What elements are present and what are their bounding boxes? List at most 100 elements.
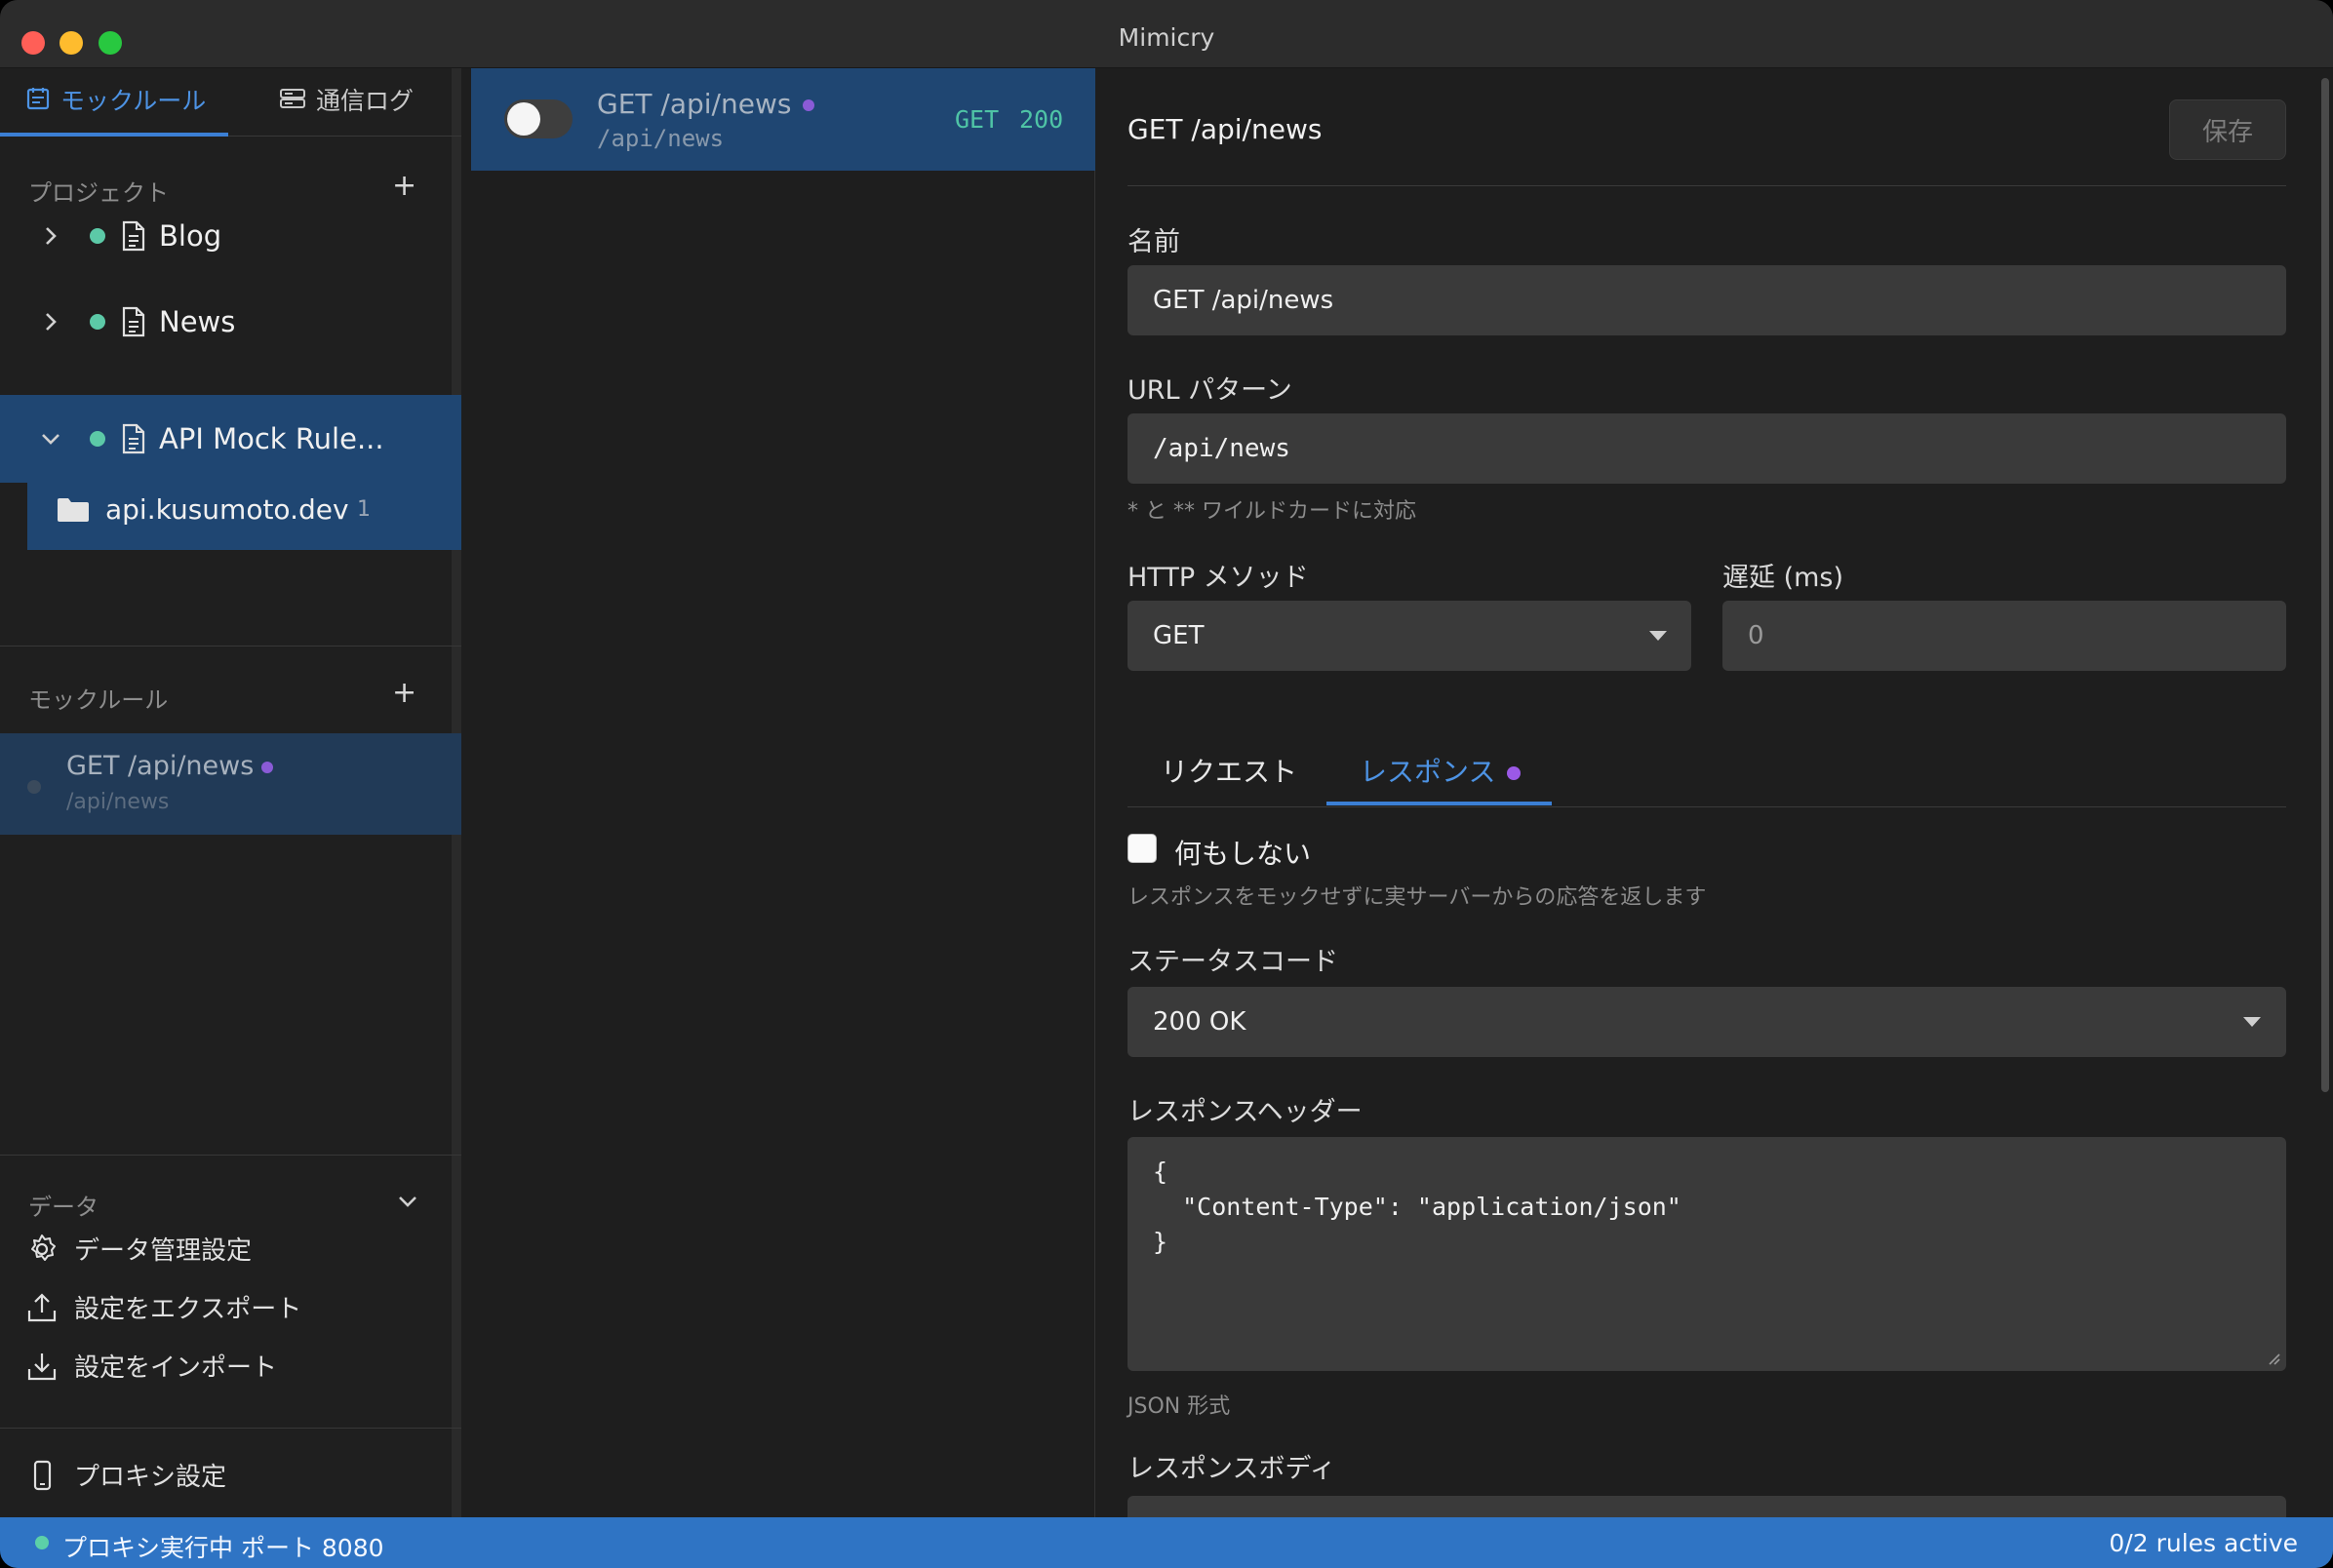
tab-response[interactable]: レスポンス (1360, 751, 1522, 790)
tab-divider (1127, 806, 2286, 807)
gear-icon (31, 1234, 56, 1261)
active-tab-indicator (1326, 802, 1552, 805)
project-name: API Mock Rule... (159, 422, 384, 455)
save-button[interactable]: 保存 (2169, 99, 2286, 160)
project-item-news[interactable]: News (0, 280, 461, 364)
url-pattern-hint: * と ** ワイルドカードに対応 (1127, 499, 1416, 524)
window-title: Mimicry (1118, 23, 1215, 52)
proxy-running-dot (35, 1536, 49, 1549)
proxy-settings-label: プロキシ設定 (74, 1463, 227, 1492)
rule-name: GET /api/news (597, 88, 792, 120)
name-input[interactable]: GET /api/news (1127, 265, 2286, 335)
document-icon (122, 306, 145, 337)
editor-header-divider (1127, 185, 2286, 186)
modified-dot (1507, 766, 1522, 780)
folder-name: api.kusumoto.dev (105, 493, 349, 526)
rule-url: /api/news (597, 125, 725, 152)
sidebar-divider (0, 1155, 461, 1156)
app-window: Mimicry モックルール 通信ログ プロジェクト + Blog News A… (0, 0, 2333, 1568)
noop-hint: レスポンスをモックせずに実サーバーからの応答を返します (1127, 885, 1707, 910)
sidebar-divider (0, 1428, 461, 1429)
headers-hint: JSON 形式 (1127, 1394, 1231, 1419)
sidebar-tabs: モックルール 通信ログ (0, 68, 461, 137)
upload-icon (27, 1292, 57, 1321)
folder-item-api-kusumoto-dev[interactable]: api.kusumoto.dev 1 (27, 470, 461, 550)
url-pattern-label: URL パターン (1127, 375, 1292, 406)
sidebar: モックルール 通信ログ プロジェクト + Blog News API Mock (0, 68, 461, 1517)
rule-url: /api/news (66, 790, 170, 814)
response-body-editor[interactable] (1127, 1496, 2286, 1517)
download-icon (27, 1352, 57, 1380)
tab-response-label: レスポンス (1360, 756, 1496, 788)
http-method-label: HTTP メソッド (1127, 563, 1309, 593)
status-code-select[interactable]: 200 OK (1127, 987, 2286, 1057)
url-pattern-input[interactable]: /api/news (1127, 413, 2286, 484)
chevron-right-icon[interactable] (39, 310, 62, 333)
rule-list-pane: GET /api/news /api/news GET 200 (471, 68, 1095, 1517)
status-code-label: ステータスコード (1127, 947, 1338, 977)
noop-label[interactable]: 何もしない (1174, 833, 1311, 872)
response-headers-label: レスポンスヘッダー (1127, 1097, 1363, 1127)
tab-mock-rules[interactable]: モックルール (0, 82, 228, 137)
data-management-label: データ管理設定 (74, 1236, 253, 1266)
delay-label: 遅延 (ms) (1722, 563, 1844, 593)
document-icon (122, 220, 145, 252)
rule-status-code: 200 (1019, 105, 1064, 134)
rule-editor: GET /api/news 保存 名前 GET /api/news URL パタ… (1096, 68, 2333, 1517)
project-name: News (159, 305, 236, 338)
rules-active-count: 0/2 rules active (2109, 1529, 2298, 1557)
document-icon (122, 423, 145, 454)
export-label: 設定をエクスポート (74, 1295, 302, 1324)
project-status-dot (90, 431, 105, 447)
rule-name-line: GET /api/news (597, 88, 815, 120)
editor-title: GET /api/news (1127, 113, 1323, 145)
project-status-dot (90, 314, 105, 330)
chevron-down-icon (1649, 631, 1667, 641)
modified-dot (261, 761, 274, 773)
chevron-down-icon[interactable] (396, 1190, 419, 1213)
tab-mock-rules-label: モックルール (60, 87, 207, 115)
rule-name-line: GET /api/news (66, 751, 274, 781)
chevron-right-icon[interactable] (39, 224, 62, 248)
proxy-status-text: プロキシ実行中 ポート 8080 (62, 1534, 384, 1562)
data-header: データ (28, 1194, 99, 1221)
response-body-label: レスポンスボディ (1127, 1454, 1336, 1484)
export-settings[interactable]: 設定をエクスポート (25, 1289, 301, 1325)
chevron-down-icon[interactable] (39, 427, 62, 451)
response-headers-textarea[interactable]: { "Content-Type": "application/json" } (1127, 1137, 2286, 1371)
project-name: Blog (159, 219, 222, 253)
folder-icon (58, 498, 89, 522)
project-status-dot (90, 228, 105, 244)
title-bar: Mimicry (0, 0, 2333, 68)
tab-traffic-log[interactable]: 通信ログ (279, 82, 414, 137)
tab-traffic-log-label: 通信ログ (316, 87, 415, 115)
http-method-select[interactable]: GET (1127, 601, 1691, 671)
sidebar-divider (0, 646, 461, 647)
chevron-down-icon (2243, 1017, 2261, 1027)
import-label: 設定をインポート (74, 1353, 278, 1383)
data-management-settings[interactable]: データ管理設定 (25, 1231, 252, 1267)
http-method-value: GET (1153, 621, 1205, 650)
rule-enabled-toggle[interactable] (504, 99, 573, 138)
delay-input[interactable]: 0 (1722, 601, 2286, 671)
import-settings[interactable]: 設定をインポート (25, 1348, 277, 1384)
folder-rule-count: 1 (357, 497, 371, 522)
noop-checkbox[interactable] (1127, 834, 1157, 863)
rule-name: GET /api/news (66, 751, 255, 781)
tab-request[interactable]: リクエスト (1161, 751, 1297, 790)
rule-list-item[interactable]: GET /api/news /api/news GET 200 (471, 68, 1095, 171)
editor-scrollbar[interactable] (2321, 78, 2329, 1092)
sidebar-rule-item[interactable]: GET /api/news /api/news (0, 733, 461, 835)
phone-icon (33, 1460, 52, 1490)
modified-dot (803, 99, 815, 111)
proxy-settings[interactable]: プロキシ設定 (25, 1457, 226, 1493)
add-mock-rule-button[interactable]: + (392, 679, 416, 708)
name-label: 名前 (1127, 227, 1180, 257)
rule-status-dot (27, 780, 41, 794)
rule-method: GET (955, 105, 1000, 134)
resize-handle-icon[interactable] (2267, 1352, 2280, 1365)
mock-rules-header: モックルール (28, 686, 169, 714)
project-item-blog[interactable]: Blog (0, 194, 461, 278)
status-bar: プロキシ実行中 ポート 8080 0/2 rules active (0, 1517, 2333, 1568)
status-code-value: 200 OK (1153, 1007, 1246, 1037)
